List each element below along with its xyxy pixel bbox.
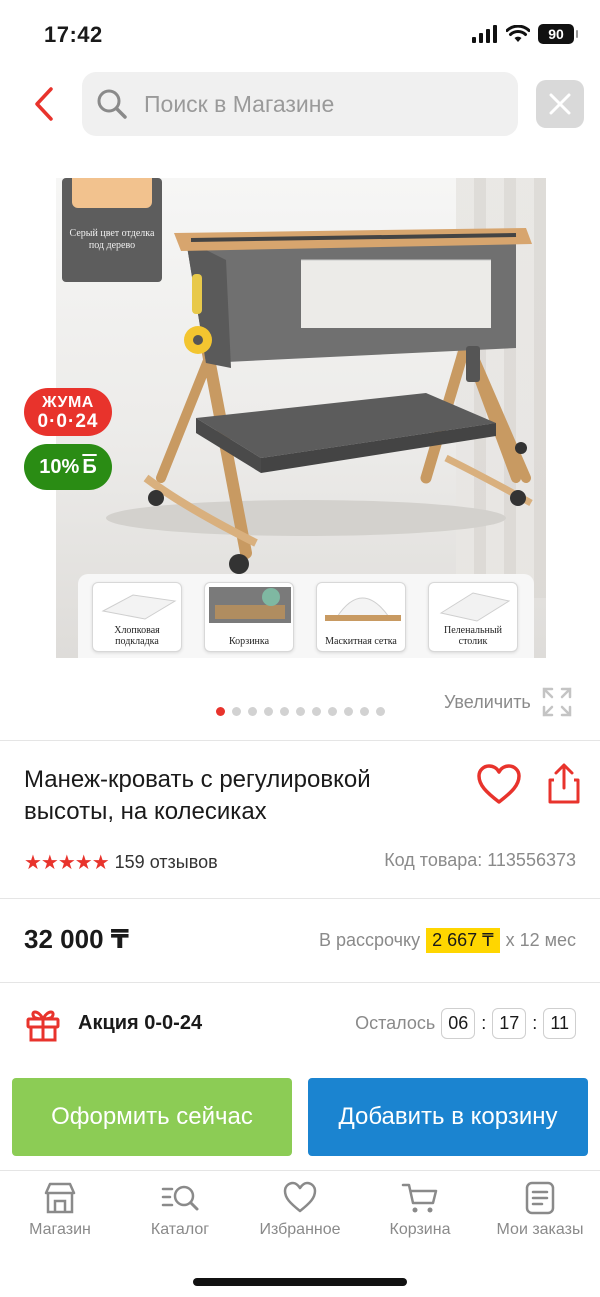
tab-label: Мои заказы bbox=[496, 1221, 584, 1238]
tab-label: Каталог bbox=[150, 1221, 210, 1238]
pagination-dot[interactable] bbox=[328, 707, 337, 716]
changing-table-image bbox=[439, 592, 511, 622]
back-arrow-icon bbox=[35, 87, 53, 121]
thumbnail-caption: Маскитная сетка bbox=[325, 636, 397, 647]
zoom-label: Увеличить bbox=[444, 691, 531, 712]
bonus-percent: 10% bbox=[39, 455, 80, 478]
buy-now-button[interactable]: Оформить сейчас bbox=[12, 1078, 292, 1156]
juma-promo-badge: ЖУМА 0·0·24 bbox=[24, 388, 112, 436]
thumbnail-caption: Корзинка bbox=[228, 636, 270, 647]
pagination-dot-active[interactable] bbox=[216, 707, 225, 716]
countdown-separator: : bbox=[532, 1013, 538, 1033]
product-image[interactable]: Серый цвет отделка под дерево Хлопковая … bbox=[56, 178, 546, 658]
cart-icon bbox=[401, 1183, 438, 1213]
bonus-badge: 10% Б bbox=[24, 444, 112, 490]
bottom-tab-bar: Магазин Каталог Избранное Корзина Мои за… bbox=[0, 1170, 600, 1260]
divider bbox=[0, 740, 600, 741]
feature-thumbnails: Хлопковая подкладка Корзинка Маскитная с… bbox=[78, 574, 534, 658]
thumbnail-changing-table: Пеленальный столик bbox=[428, 582, 518, 652]
installment-info[interactable]: В рассрочку 2 667 ₸ x 12 мес bbox=[319, 928, 576, 953]
installment-prefix: В рассрочку bbox=[318, 930, 421, 950]
home-indicator[interactable] bbox=[193, 1278, 407, 1286]
store-icon bbox=[44, 1182, 76, 1214]
wifi-icon bbox=[506, 25, 530, 42]
gift-icon bbox=[26, 1010, 60, 1042]
tab-label: Корзина bbox=[389, 1221, 451, 1238]
signal-icon bbox=[472, 25, 497, 43]
divider bbox=[0, 982, 600, 983]
pagination-dot[interactable] bbox=[296, 707, 305, 716]
installment-amount: 2 667 ₸ bbox=[426, 928, 500, 953]
product-price: 32 000 ₸ bbox=[24, 924, 129, 954]
divider bbox=[0, 898, 600, 899]
tab-catalog[interactable]: Каталог bbox=[120, 1171, 240, 1260]
close-button[interactable] bbox=[536, 80, 584, 128]
rating[interactable]: ★★★★★ 159 отзывов bbox=[24, 850, 218, 875]
pagination-dot[interactable] bbox=[232, 707, 241, 716]
tab-cart[interactable]: Корзина bbox=[360, 1171, 480, 1260]
battery-icon: 90 bbox=[538, 24, 578, 44]
pagination-dot[interactable] bbox=[360, 707, 369, 716]
thumbnail-cotton-pad: Хлопковая подкладка bbox=[92, 582, 182, 652]
favorite-button[interactable] bbox=[476, 764, 522, 806]
countdown-minutes: 17 bbox=[492, 1008, 527, 1039]
promo-label: Акция 0-0-24 bbox=[78, 1012, 203, 1034]
reviews-link[interactable]: 159 отзывов bbox=[115, 852, 218, 873]
installment-term: x 12 мес bbox=[505, 930, 576, 950]
tab-label: Магазин bbox=[29, 1221, 91, 1238]
heart-icon bbox=[283, 1181, 317, 1213]
juma-badge-title: ЖУМА bbox=[42, 394, 94, 411]
pagination-dot[interactable] bbox=[248, 707, 257, 716]
countdown-hours: 06 bbox=[441, 1008, 476, 1039]
share-button[interactable] bbox=[544, 762, 584, 806]
catalog-search-icon bbox=[161, 1185, 199, 1211]
pagination-dot[interactable] bbox=[280, 707, 289, 716]
zoom-button[interactable]: Увеличить bbox=[444, 686, 573, 718]
countdown-separator: : bbox=[481, 1013, 487, 1033]
back-button[interactable] bbox=[26, 84, 62, 124]
close-icon bbox=[549, 93, 571, 115]
promo-countdown: Осталось 06 : 17 : 11 bbox=[355, 1008, 576, 1039]
orders-icon bbox=[525, 1181, 555, 1215]
rating-stars: ★★★★★ bbox=[24, 852, 110, 874]
search-header: Поиск в Магазине bbox=[0, 70, 600, 140]
product-title: Манеж-кровать с регулировкой высоты, на … bbox=[24, 766, 371, 825]
search-icon bbox=[97, 89, 127, 119]
product-sku: Код товара: 113556373 bbox=[384, 850, 576, 870]
status-icons: 90 bbox=[472, 24, 578, 44]
pagination-dot[interactable] bbox=[264, 707, 273, 716]
status-time: 17:42 bbox=[44, 22, 103, 47]
mosquito-net-image bbox=[325, 597, 401, 621]
share-icon bbox=[548, 763, 580, 804]
wood-sample bbox=[72, 178, 152, 208]
add-to-cart-button[interactable]: Добавить в корзину bbox=[308, 1078, 588, 1156]
juma-badge-code: 0·0·24 bbox=[37, 411, 99, 432]
thumbnail-mosquito-net: Маскитная сетка bbox=[316, 582, 406, 652]
tab-favorites[interactable]: Избранное bbox=[240, 1171, 360, 1260]
basket-image bbox=[209, 587, 291, 623]
thumbnail-basket: Корзинка bbox=[204, 582, 294, 652]
thumbnail-caption: Хлопковая подкладка bbox=[114, 625, 160, 647]
tab-store[interactable]: Магазин bbox=[0, 1171, 120, 1260]
countdown-label: Осталось bbox=[355, 1013, 436, 1033]
pagination-dot[interactable] bbox=[312, 707, 321, 716]
pagination-dot[interactable] bbox=[344, 707, 353, 716]
expand-icon bbox=[542, 687, 572, 717]
heart-outline-icon bbox=[477, 764, 521, 804]
tab-label: Избранное bbox=[259, 1221, 341, 1238]
bonus-currency: Б bbox=[82, 455, 97, 478]
tab-my-orders[interactable]: Мои заказы bbox=[480, 1171, 600, 1260]
swatch-caption: Серый цвет отделка под дерево bbox=[69, 228, 155, 251]
status-bar: 17:42 90 bbox=[0, 0, 600, 70]
search-input[interactable]: Поиск в Магазине bbox=[82, 72, 518, 136]
thumbnail-caption: Пеленальный столик bbox=[444, 625, 502, 647]
search-placeholder: Поиск в Магазине bbox=[144, 90, 335, 117]
color-swatch: Серый цвет отделка под дерево bbox=[62, 178, 162, 282]
cotton-pad-image bbox=[101, 594, 177, 620]
gallery-pagination bbox=[216, 707, 385, 716]
countdown-seconds: 11 bbox=[543, 1008, 576, 1039]
pagination-dot[interactable] bbox=[376, 707, 385, 716]
